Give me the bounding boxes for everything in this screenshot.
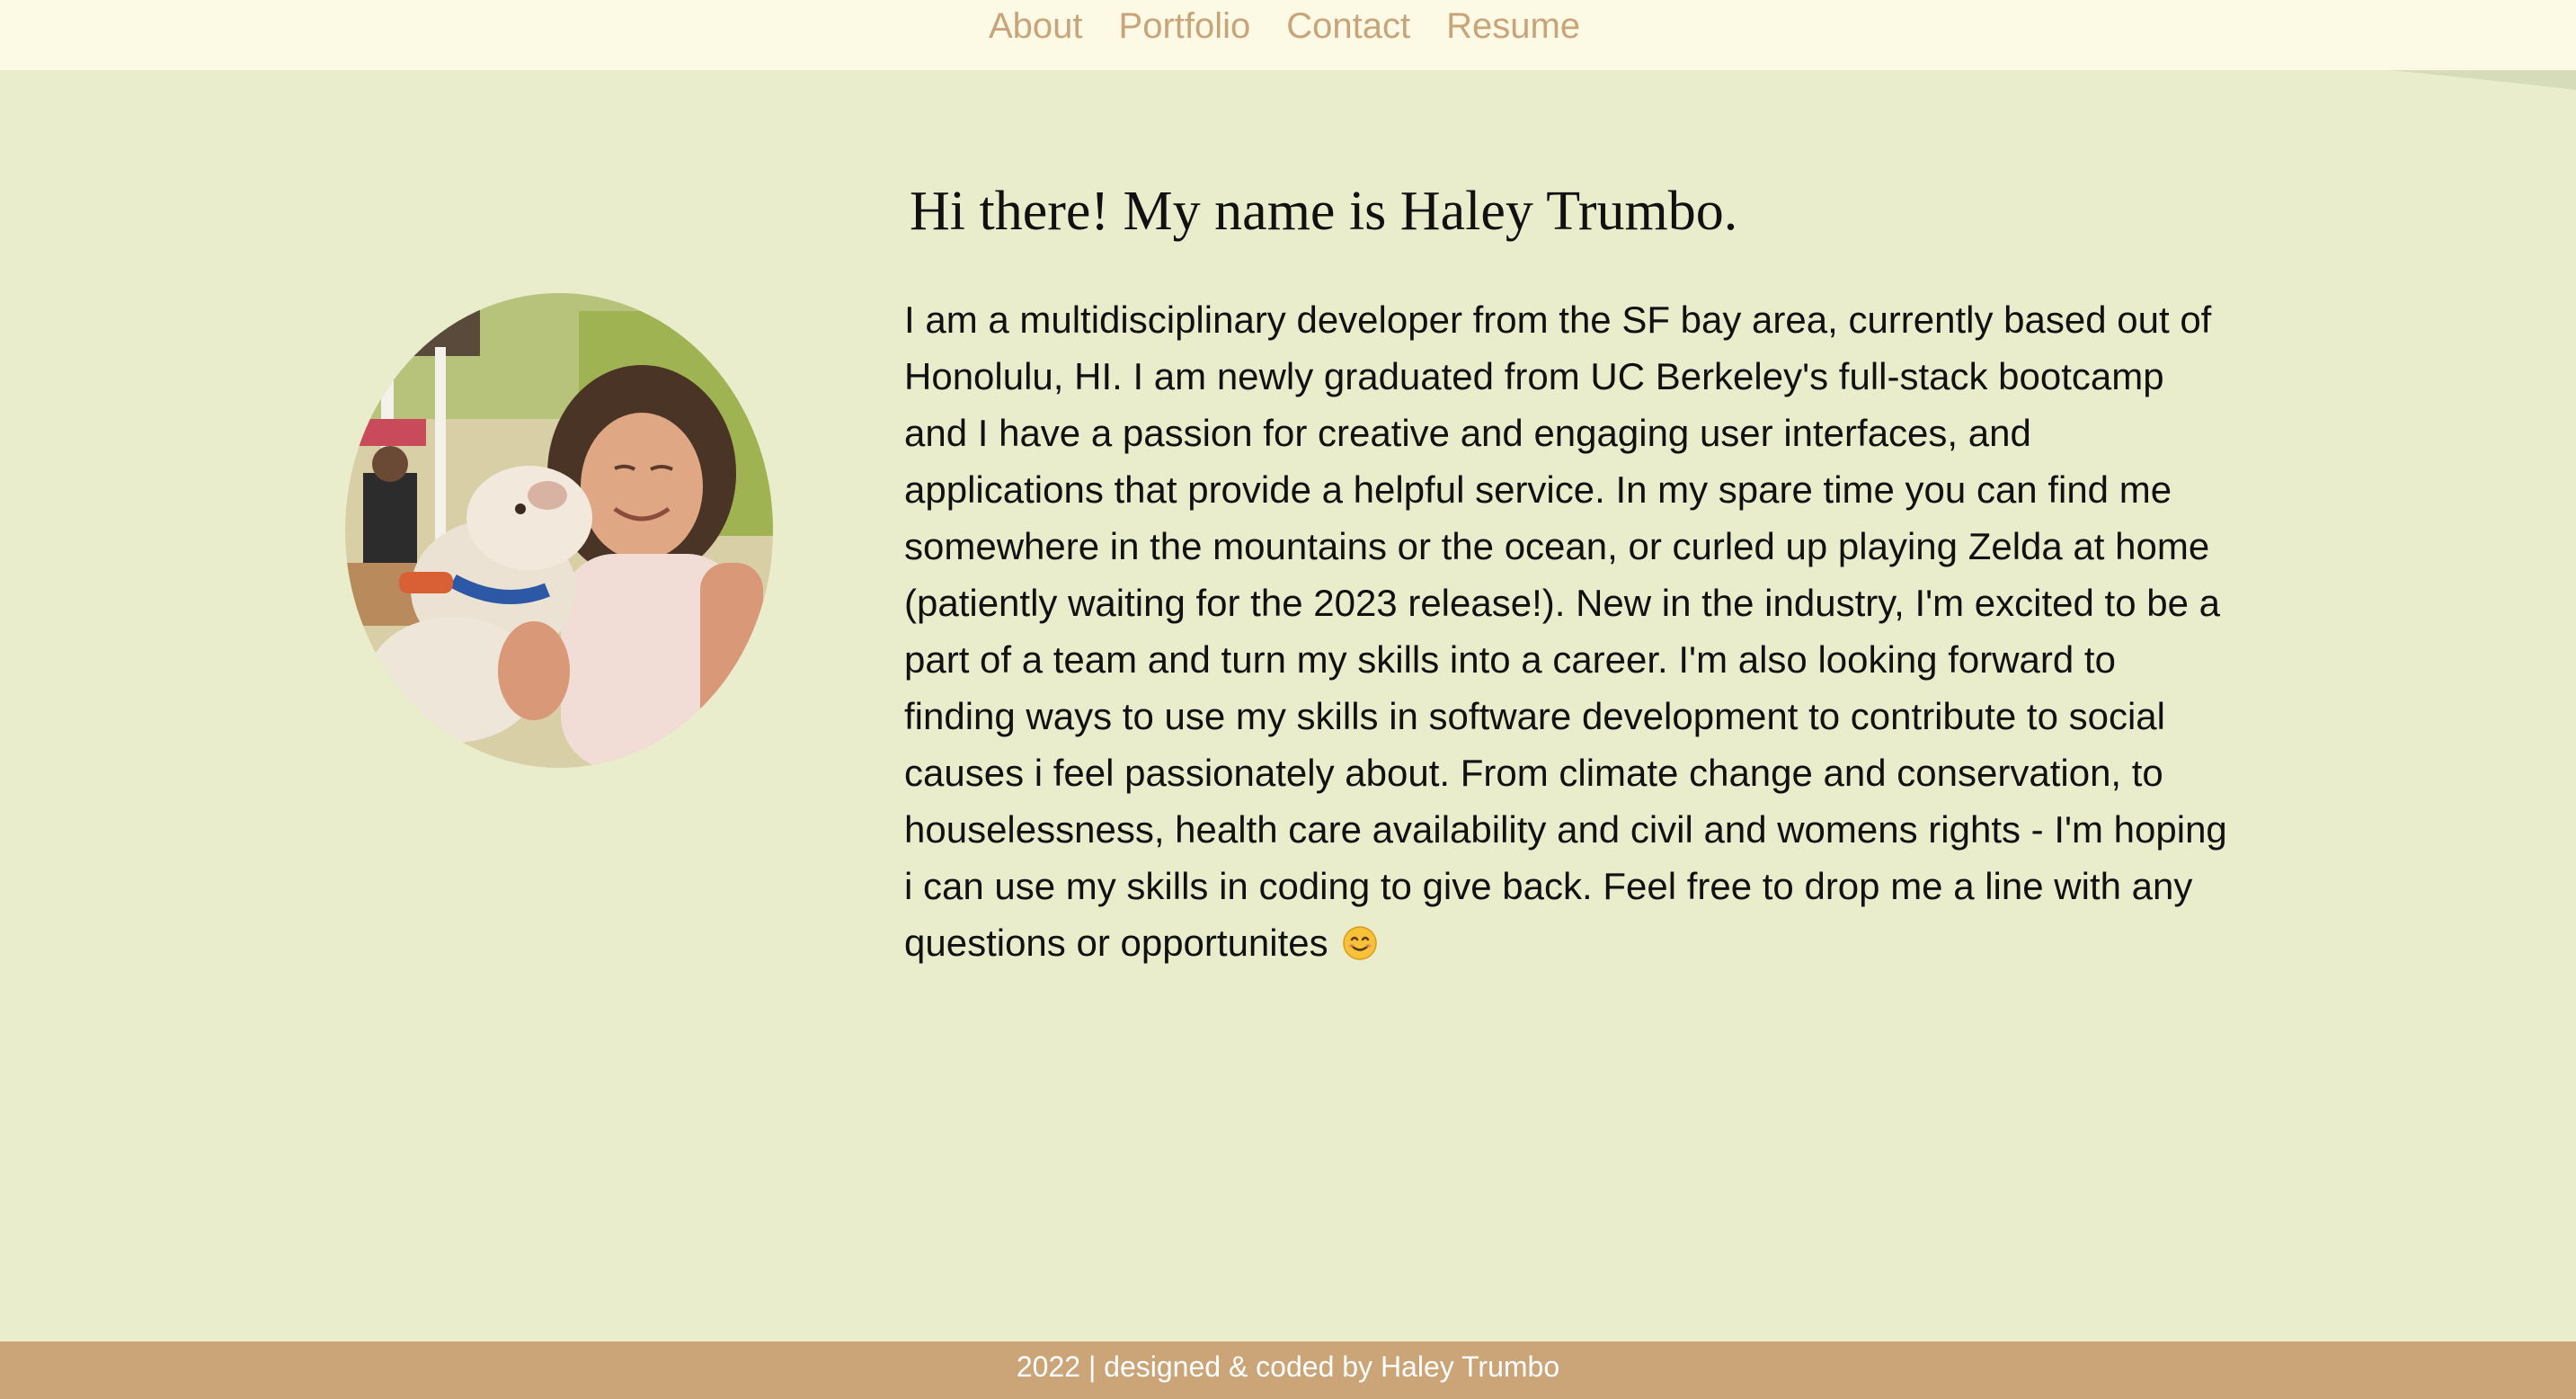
nav-links: About Portfolio Contact Resume [989, 0, 1580, 52]
profile-photo [345, 293, 773, 768]
footer-credit: 2022 | designed & coded by Haley Trumbo [1016, 1350, 1560, 1383]
nav-link-contact[interactable]: Contact [1286, 6, 1410, 47]
page-title: Hi there! My name is Haley Trumbo. [910, 181, 1738, 242]
nav-link-resume[interactable]: Resume [1446, 6, 1580, 47]
bio-paragraph: I am a multidisciplinary developer from … [904, 291, 2234, 971]
nav-link-about[interactable]: About [989, 6, 1083, 47]
nav-link-portfolio[interactable]: Portfolio [1119, 6, 1251, 47]
bio-text: I am a multidisciplinary developer from … [904, 299, 2227, 964]
page-footer: 2022 | designed & coded by Haley Trumbo [0, 1341, 2576, 1399]
smiling-face-icon [1343, 926, 1378, 960]
top-nav: About Portfolio Contact Resume [0, 0, 2576, 70]
